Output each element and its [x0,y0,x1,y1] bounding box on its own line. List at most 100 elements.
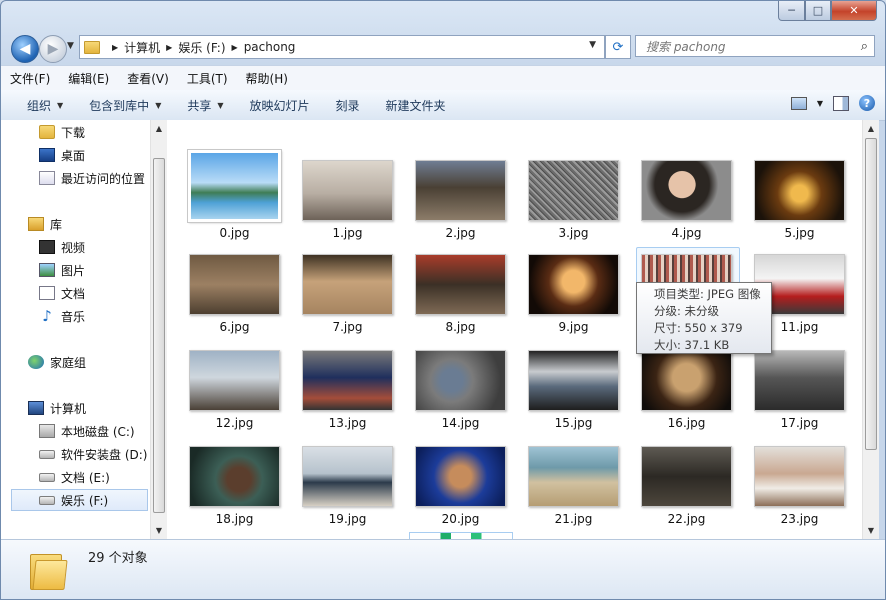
scroll-down-arrow-icon[interactable]: ▼ [151,522,167,539]
file-item[interactable]: 15.jpg [527,340,640,432]
file-item[interactable]: 9.jpg [527,244,640,336]
sidebar-item-label: 图片 [61,263,86,278]
image-thumbnail[interactable] [525,532,616,539]
image-thumbnail [641,160,732,221]
preview-pane-icon[interactable] [833,95,849,111]
maximize-button[interactable]: □ [805,1,831,21]
sidebar-item-label: 下载 [61,125,86,140]
file-item[interactable]: 13.jpg [301,340,414,432]
refresh-button[interactable]: ⟳ [605,35,631,59]
file-item[interactable]: 14.jpg [414,340,527,432]
sidebar-item-drive-f[interactable]: 娱乐 (F:) [11,489,148,511]
file-item[interactable]: 8.jpg [414,244,527,336]
folder-icon [84,40,100,54]
scroll-down-arrow-icon[interactable]: ▼ [863,522,879,539]
address-history-dropdown[interactable]: ▼ [589,40,596,50]
file-name: 4.jpg [671,226,702,240]
refresh-icon: ⟳ [612,39,624,55]
forward-arrow-icon: ▶ [47,41,59,57]
caption-buttons: ─ □ ✕ [778,1,877,21]
item-count: 29 个对象 [88,551,148,566]
scrollbar-thumb[interactable] [865,138,877,450]
breadcrumb-computer[interactable]: 计算机 [124,39,160,56]
menu-tools[interactable]: 工具(T) [178,70,237,87]
drive-icon [39,472,55,482]
sidebar-item-label: 软件安装盘 (D:) [61,447,148,462]
sidebar-item-label: 最近访问的位置 [61,171,146,186]
tooltip-type: 项目类型: JPEG 图像 [654,287,761,301]
drive-icon [39,449,55,459]
slideshow-button[interactable]: 放映幻灯片 [237,97,323,114]
file-item[interactable]: 5.jpg [753,150,862,242]
explorer-window: ─ □ ✕ ◀ ▶ ▼ ▶ 计算机 ▶ 娱乐 (F:) ▶ pachong ▼ … [0,0,886,600]
image-thumbnail [415,160,506,221]
chevron-right-icon[interactable]: ▶ [166,43,172,52]
include-library-button[interactable]: 包含到库中 ▼ [76,97,174,114]
image-thumbnail [528,254,619,315]
menu-edit[interactable]: 编辑(E) [59,70,118,87]
help-icon[interactable]: ? [859,95,875,111]
close-button[interactable]: ✕ [831,1,877,21]
command-bar: 组织 ▼ 包含到库中 ▼ 共享 ▼ 放映幻灯片 刻录 新建文件夹 ▼ ? [1,90,885,121]
file-item[interactable]: 0.jpg [187,149,301,242]
file-item[interactable]: 20.jpg [414,436,527,528]
burn-button[interactable]: 刻录 [323,97,373,114]
file-item[interactable]: 12.jpg [188,340,301,432]
chevron-right-icon[interactable]: ▶ [232,43,238,52]
breadcrumb-pachong[interactable]: pachong [244,40,296,54]
image-thumbnail [754,446,845,507]
file-item[interactable]: 18.jpg [188,436,301,528]
forward-button[interactable]: ▶ [39,35,67,63]
breadcrumb-drive-f[interactable]: 娱乐 (F:) [178,39,225,56]
dropdown-arrow-icon: ▼ [57,100,64,110]
file-item[interactable]: 2.jpg [414,150,527,242]
sidebar-item-label: 音乐 [61,309,86,324]
menu-view[interactable]: 查看(V) [118,70,178,87]
view-dropdown-arrow-icon[interactable]: ▼ [817,99,823,108]
recent-pages-dropdown[interactable]: ▼ [67,41,74,51]
file-item[interactable]: 23.jpg [753,436,862,528]
new-folder-label: 新建文件夹 [385,98,446,113]
include-library-label: 包含到库中 [89,98,150,113]
file-name: 7.jpg [332,320,363,334]
sidebar-item-label: 娱乐 (F:) [61,493,109,508]
file-item[interactable]: 4.jpg [640,150,753,242]
image-thumbnail [415,254,506,315]
new-folder-button[interactable]: 新建文件夹 [373,97,459,114]
organize-button[interactable]: 组织 ▼ [1,97,76,114]
scrollbar-thumb[interactable] [153,158,165,513]
sidebar-item-label: 视频 [61,240,86,255]
file-name: 5.jpg [784,226,815,240]
image-thumbnail[interactable] [409,532,513,539]
image-thumbnail [641,446,732,507]
change-view-icon[interactable] [790,96,807,110]
file-item[interactable]: 22.jpg [640,436,753,528]
menu-file[interactable]: 文件(F) [1,70,59,87]
document-library-icon [39,286,55,300]
music-note-icon: ♪ [42,307,52,325]
libraries-icon [28,217,44,231]
scroll-up-arrow-icon[interactable]: ▲ [151,120,167,137]
file-item[interactable]: 3.jpg [527,150,640,242]
file-name: 20.jpg [441,512,480,526]
computer-icon [28,401,44,415]
minimize-button[interactable]: ─ [778,1,805,21]
sidebar-scrollbar[interactable]: ▲ ▼ [150,120,167,539]
scroll-up-arrow-icon[interactable]: ▲ [863,120,879,137]
address-bar[interactable]: ▶ 计算机 ▶ 娱乐 (F:) ▶ pachong ▼ [79,35,605,59]
file-item[interactable]: 21.jpg [527,436,640,528]
share-label: 共享 [187,98,212,113]
file-item[interactable]: 19.jpg [301,436,414,528]
file-item[interactable]: 1.jpg [301,150,414,242]
image-thumbnail [189,446,280,507]
file-item[interactable]: 6.jpg [188,244,301,336]
menu-help[interactable]: 帮助(H) [237,70,297,87]
search-input[interactable] [644,37,848,57]
chevron-right-icon[interactable]: ▶ [112,43,118,52]
search-icon[interactable]: ⌕ [861,39,868,54]
image-thumbnail [415,350,506,411]
back-button[interactable]: ◀ [11,35,39,63]
file-list-scrollbar[interactable]: ▲ ▼ [862,120,879,539]
file-item[interactable]: 7.jpg [301,244,414,336]
share-button[interactable]: 共享 ▼ [174,97,236,114]
